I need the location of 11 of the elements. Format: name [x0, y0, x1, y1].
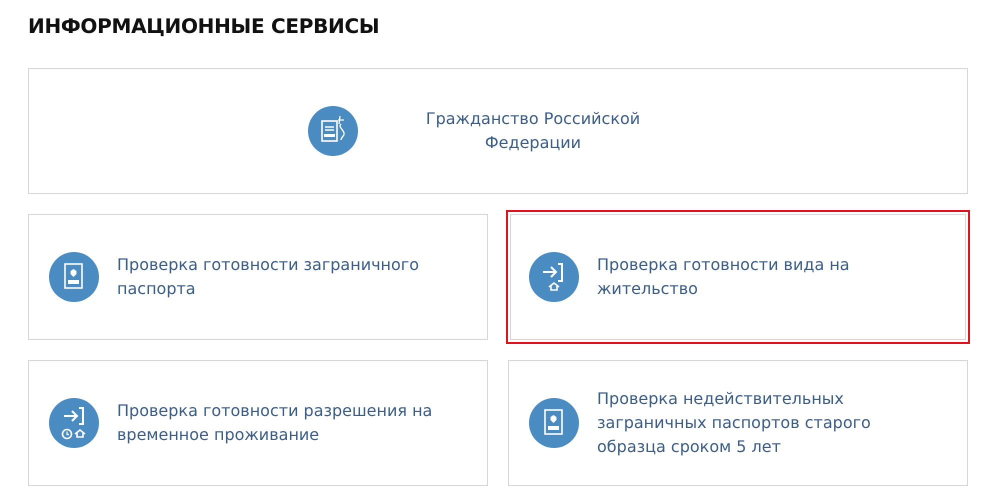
- enter-clock-home-icon: [49, 398, 99, 448]
- section-heading: ИНФОРМАЦИОННЫЕ СЕРВИСЫ: [28, 14, 380, 38]
- service-card[interactable]: Проверка готовности вида на жительство: [506, 210, 970, 344]
- service-card[interactable]: Гражданство Российской Федерации: [28, 68, 968, 194]
- passport-icon: [49, 252, 99, 302]
- passport-signature-icon: [308, 106, 358, 156]
- passport-icon: [529, 398, 579, 448]
- service-card[interactable]: Проверка готовности заграничного паспорта: [28, 214, 488, 340]
- enter-home-icon: [529, 252, 579, 302]
- service-card[interactable]: Проверка недействительных заграничных паспортов старого образца сроком 5 лет: [508, 360, 968, 486]
- service-card[interactable]: Проверка готовности разрешения на временное проживание: [28, 360, 488, 486]
